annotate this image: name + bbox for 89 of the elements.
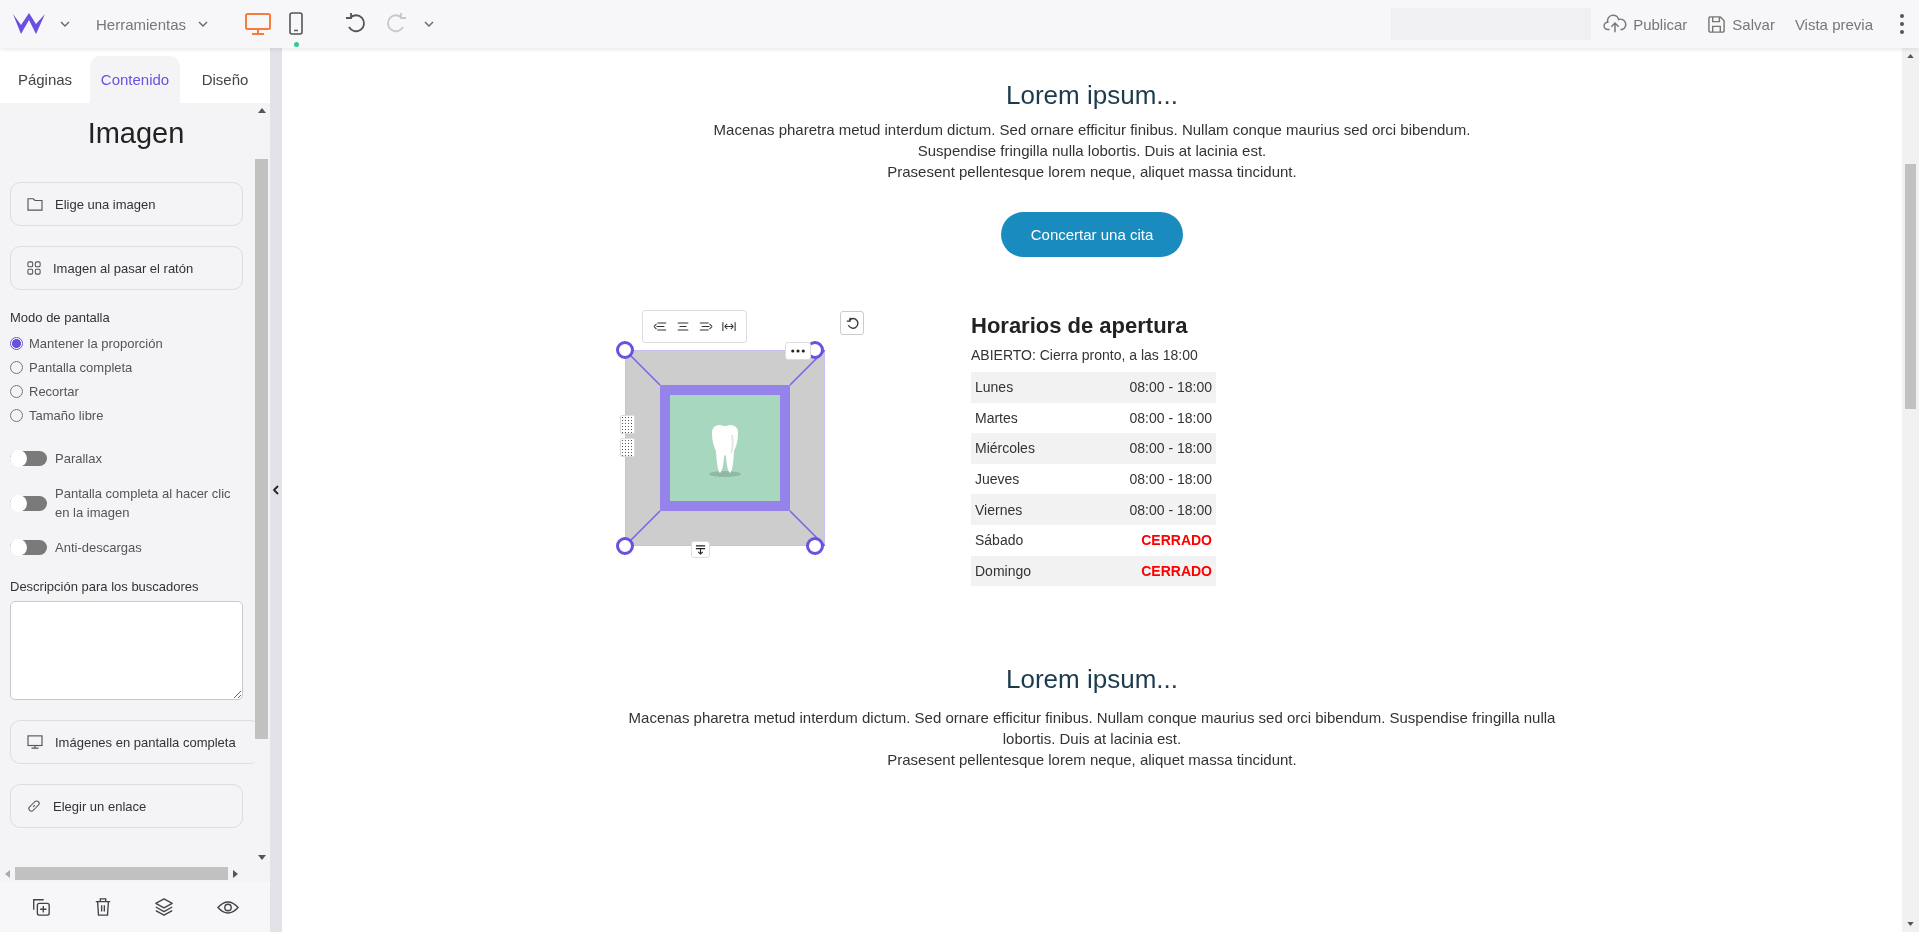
more-icon[interactable] <box>1899 13 1905 35</box>
toggle-switch[interactable] <box>10 495 47 511</box>
toggle-label: Anti-descargas <box>55 539 143 557</box>
align-right-icon[interactable] <box>698 321 713 332</box>
resize-handle[interactable] <box>616 537 634 555</box>
paragraph: Prasesent pellentesque lorem neque, aliquet massa tincidunt. <box>887 750 1297 771</box>
caret-icon[interactable] <box>60 21 70 27</box>
section-heading: Lorem ipsum... <box>1006 664 1178 696</box>
paragraph: Prasesent pellentesque lorem neque, aliquet massa tincidunt. <box>887 162 1297 182</box>
radio-label: Pantalla completa <box>29 359 133 375</box>
section-label: Modo de pantalla <box>10 310 111 325</box>
drag-handle[interactable] <box>620 415 635 434</box>
scrollbar-thumb[interactable] <box>1905 164 1916 409</box>
panel-title: Imagen <box>86 117 186 150</box>
scrollbar-thumb[interactable] <box>15 867 228 880</box>
save-button[interactable]: Salvar <box>1707 14 1775 34</box>
rotate-button[interactable] <box>840 311 864 335</box>
scroll-down-icon[interactable] <box>1907 922 1914 926</box>
chevron-left-icon[interactable] <box>273 485 279 495</box>
hours-cell: 08:00 - 18:00 <box>1129 379 1212 396</box>
panel-tab[interactable]: Contenido <box>90 56 180 103</box>
toggle-label: Pantalla completa al hacer clic en la imagen <box>55 485 232 522</box>
day-cell: Miércoles <box>975 440 1035 457</box>
drag-handle[interactable] <box>620 438 635 457</box>
grid-icon <box>27 261 41 275</box>
insert-below-icon <box>695 544 706 555</box>
trash-icon[interactable] <box>93 897 112 917</box>
stretch-icon[interactable] <box>721 321 736 332</box>
layers-icon[interactable] <box>154 897 175 917</box>
preview-button[interactable]: Vista previa <box>1794 15 1873 33</box>
hours-cell: 08:00 - 18:00 <box>1129 440 1212 457</box>
hours-cell: CERRADO <box>1141 562 1212 579</box>
hours-cell: CERRADO <box>1141 532 1212 549</box>
align-center-icon[interactable] <box>676 321 691 332</box>
section-heading: Lorem ipsum... <box>1006 80 1178 111</box>
monitor-icon <box>27 735 43 749</box>
toggle-switch[interactable] <box>10 540 47 555</box>
mobile-icon[interactable] <box>288 12 305 36</box>
radio-label: Mantener la proporción <box>29 335 163 351</box>
radio-button[interactable] <box>10 336 23 350</box>
resize-handle[interactable] <box>806 537 824 555</box>
eye-icon[interactable] <box>216 899 239 915</box>
panel-button[interactable]: Elige una imagen <box>10 182 243 226</box>
status-text: ABIERTO: Cierra pronto, a las 18:00 <box>971 347 1199 363</box>
folder-icon <box>27 197 43 211</box>
toggle-label: Parallax <box>55 450 103 468</box>
scroll-right-icon[interactable] <box>233 869 238 878</box>
vertical-scrollbar[interactable] <box>1902 48 1919 932</box>
scrollbar-thumb[interactable] <box>255 159 268 739</box>
desktop-icon[interactable] <box>244 12 273 36</box>
align-left-icon[interactable] <box>653 321 668 332</box>
day-cell: Lunes <box>975 379 1014 396</box>
hours-cell: 08:00 - 18:00 <box>1129 409 1212 426</box>
appointment-button[interactable]: Concertar una cita <box>1001 212 1183 257</box>
day-cell: Sábado <box>975 532 1024 549</box>
duplicate-icon[interactable] <box>31 897 52 917</box>
insert-below-button[interactable] <box>691 541 710 558</box>
hours-cell: 08:00 - 18:00 <box>1129 471 1212 488</box>
field-label: Descripción para los buscadores <box>10 579 200 594</box>
caret-icon <box>198 21 209 27</box>
paragraph: Macenas pharetra metud interdum dictum. Sed ornare efficitur finibus. Nullam conque maurius sed orci bibendum. <box>713 120 1471 140</box>
toggle-switch[interactable] <box>10 451 47 466</box>
description-field[interactable] <box>10 601 243 700</box>
scroll-down-icon[interactable] <box>257 855 266 860</box>
cloud-upload-icon <box>1603 14 1628 34</box>
resize-handle[interactable] <box>616 341 634 359</box>
scroll-up-icon[interactable] <box>257 108 266 113</box>
day-cell: Martes <box>975 409 1018 426</box>
paragraph: Suspendise fringilla nulla lobortis. Duis at lacinia est. <box>917 141 1267 161</box>
link-icon <box>27 799 41 813</box>
scroll-up-icon[interactable] <box>1907 54 1914 58</box>
rotate-icon <box>845 316 859 330</box>
panel-button[interactable]: Imágenes en pantalla completa <box>10 720 255 764</box>
publish-button[interactable]: Publicar <box>1603 14 1688 34</box>
hours-cell: 08:00 - 18:00 <box>1129 501 1212 518</box>
day-cell: Viernes <box>975 501 1023 518</box>
day-cell: Domingo <box>975 562 1032 579</box>
more-button[interactable] <box>785 342 811 360</box>
tools-menu[interactable]: Herramientas <box>96 15 209 33</box>
status-dot <box>294 42 300 47</box>
radio-label: Tamaño libre <box>29 407 104 423</box>
radio-label: Recortar <box>29 383 79 399</box>
caret-icon[interactable] <box>424 21 435 27</box>
more-icon <box>791 349 805 353</box>
day-cell: Jueves <box>975 471 1020 488</box>
panel-button[interactable]: Imagen al pasar el ratón <box>10 246 243 290</box>
hours-heading: Horarios de apertura <box>971 313 1189 339</box>
panel-button[interactable]: Elegir un enlace <box>10 784 243 828</box>
paragraph: Macenas pharetra metud interdum dictum. Sed ornare efficitur finibus. Nullam conque maurius sed orci bibendum. Suspendise fringilla nulla lobortis. Duis at lacinia est. <box>627 708 1557 750</box>
